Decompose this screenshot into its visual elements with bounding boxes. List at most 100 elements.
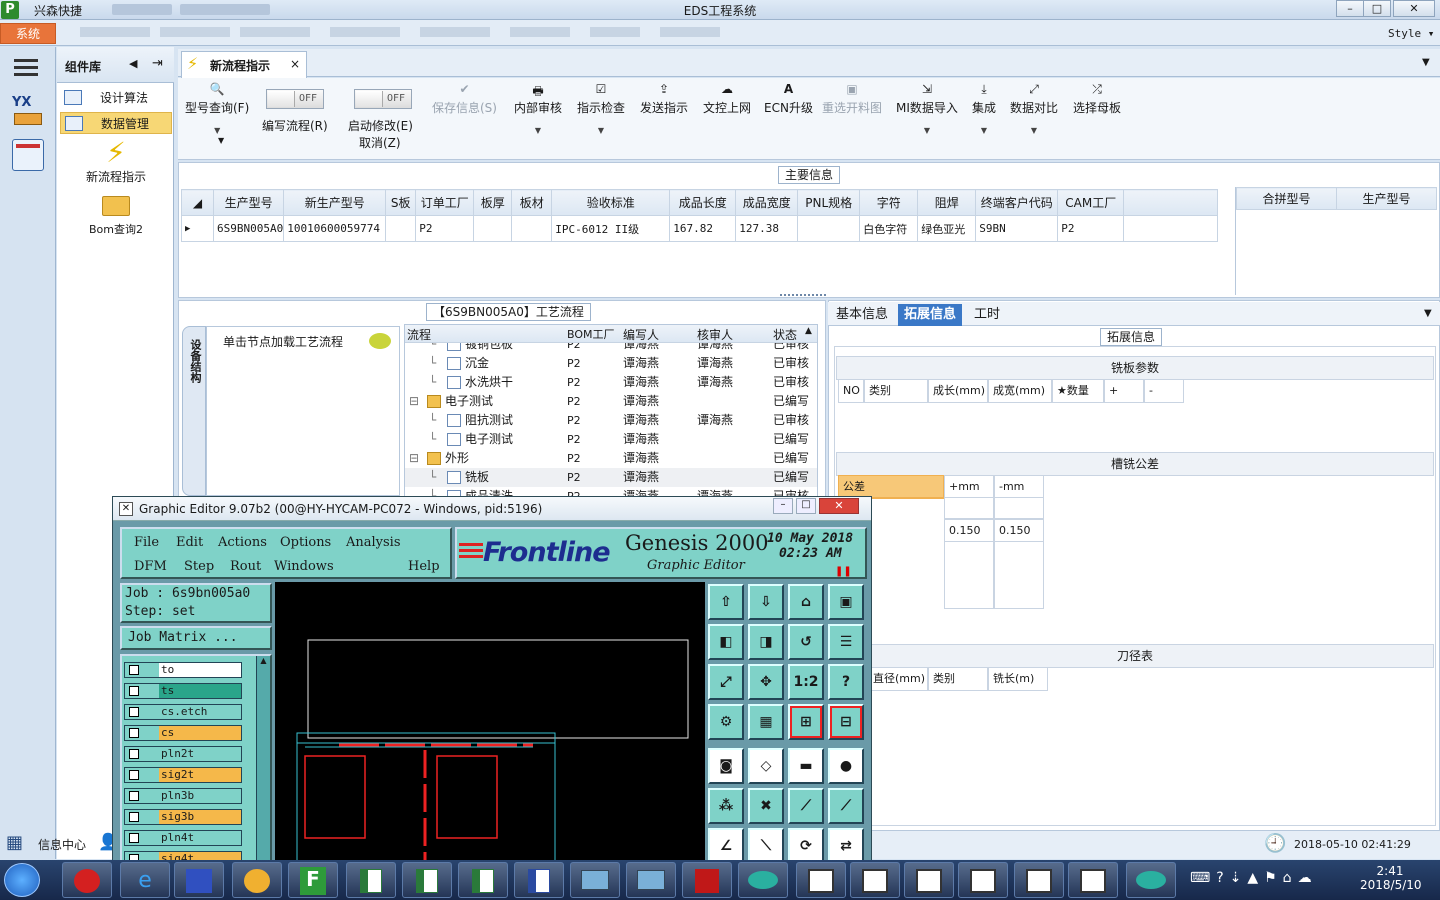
table-cell[interactable]: 白色字符 xyxy=(859,215,919,242)
tolerance-cell[interactable] xyxy=(944,497,994,519)
layer-checkbox[interactable] xyxy=(129,728,139,738)
taskbar-app-word[interactable] xyxy=(514,862,564,898)
taskbar-app-image[interactable] xyxy=(626,862,676,898)
table-cell[interactable] xyxy=(511,215,553,242)
cross-icon[interactable]: ✖ xyxy=(748,788,784,824)
layer-item[interactable]: ts xyxy=(124,683,242,699)
taskbar-app-eds[interactable]: F xyxy=(288,862,338,898)
pin-icon[interactable]: ⇥ xyxy=(152,56,163,71)
nav-item-design-algorithm[interactable]: 设计算法 xyxy=(60,87,172,109)
model-query-button[interactable]: 🔍 型号查询(F) ▼ xyxy=(185,82,249,135)
layer-checkbox[interactable] xyxy=(129,812,139,822)
column-header[interactable]: 类别 xyxy=(864,379,928,403)
connect-icon[interactable]: ⁂ xyxy=(708,788,744,824)
layer-item[interactable]: to xyxy=(124,662,242,678)
info-center-button[interactable]: ▦ 信息中心 👤 xyxy=(6,832,118,854)
column-header[interactable]: NO xyxy=(838,379,864,403)
column-header[interactable]: 生产型号 xyxy=(1336,187,1437,210)
zoom-fit-icon[interactable]: ⤢ xyxy=(708,664,744,700)
maximize-button[interactable]: □ xyxy=(1363,0,1391,17)
tab-new-process[interactable]: ⚡ 新流程指示 × xyxy=(181,51,307,78)
taskbar-app-ie[interactable]: e xyxy=(120,862,170,898)
column-header[interactable]: S板 xyxy=(385,189,417,216)
table-row[interactable]: ▶ 6S9BN005A0 10010600059774 P2 IPC-6012 II级… xyxy=(181,215,1219,242)
column-header[interactable]: 生产型号 xyxy=(212,189,285,216)
menu-options[interactable]: Options xyxy=(280,535,331,550)
scroll-up-icon[interactable]: ▲ xyxy=(257,656,270,665)
table-cell[interactable]: 绿色亚光 xyxy=(917,215,977,242)
tab-work-hours[interactable]: 工时 xyxy=(968,304,1006,326)
select-master-button[interactable]: ⤮ 选择母板 xyxy=(1073,82,1121,116)
menu-step[interactable]: Step xyxy=(184,559,214,574)
genesis-minimize-button[interactable]: – xyxy=(773,498,793,514)
arc-icon[interactable]: ⟳ xyxy=(788,828,824,864)
tree-row[interactable]: └ 电子测试 P2 谭海燕 已编写 xyxy=(405,430,817,449)
save-icon[interactable]: ⇩ xyxy=(748,584,784,620)
layer-item[interactable]: cs.etch xyxy=(124,704,242,720)
graphic-canvas[interactable] xyxy=(275,582,705,864)
layer-item[interactable]: cs xyxy=(124,725,242,741)
taskbar-app-eye[interactable] xyxy=(1126,862,1176,898)
taskbar-app-excel[interactable] xyxy=(346,862,396,898)
nav-item-bom-query[interactable]: Bom查询2 xyxy=(60,196,172,242)
start-modify-toggle[interactable]: OFF xyxy=(354,89,412,109)
taskbar-clock[interactable]: 2:41 2018/5/10 xyxy=(1360,864,1422,892)
chevron-down-icon[interactable]: ▼ xyxy=(218,136,224,145)
layer-checkbox[interactable] xyxy=(129,791,139,801)
hamburger-menu-icon[interactable] xyxy=(14,57,40,77)
layer-checkbox[interactable] xyxy=(129,833,139,843)
layer-item[interactable]: sig2t xyxy=(124,767,242,783)
column-header[interactable]: CAM工厂 xyxy=(1057,189,1125,216)
column-header[interactable]: 成宽(mm) xyxy=(988,379,1052,403)
window-icon[interactable]: ▣ xyxy=(828,584,864,620)
tree-row[interactable]: └ 沉金 P2 谭海燕 谭海燕 已审核 xyxy=(405,354,817,373)
save-info-button[interactable]: ✔ 保存信息(S) xyxy=(432,82,497,116)
calendar-icon[interactable] xyxy=(12,139,44,171)
layer-item[interactable]: pln4t xyxy=(124,830,242,846)
column-header[interactable]: 直径(mm) xyxy=(868,667,928,691)
table-cell[interactable]: 10010600059774 xyxy=(283,215,387,242)
chevron-down-icon[interactable]: ▼ xyxy=(896,126,958,135)
column-header[interactable]: 流程 xyxy=(407,326,431,343)
measure-icon[interactable]: ⚙ xyxy=(708,704,744,740)
table-cell[interactable] xyxy=(385,215,417,242)
tolerance-cell[interactable] xyxy=(944,541,994,609)
angle-icon[interactable]: ∠ xyxy=(708,828,744,864)
reselect-map-button[interactable]: ▣ 重选开料图 xyxy=(822,82,882,116)
tab-close-icon[interactable]: × xyxy=(290,57,300,71)
column-header[interactable]: 终端客户代码 xyxy=(975,189,1059,216)
taskbar-app-genesis[interactable] xyxy=(796,862,846,898)
nav-item-new-process[interactable]: ⚡ 新流程指示 xyxy=(60,138,172,188)
table-cell[interactable]: S9BN xyxy=(975,215,1059,242)
taskbar-app-eye[interactable] xyxy=(738,862,788,898)
chevron-down-icon[interactable]: ▼ xyxy=(1424,308,1432,319)
taskbar-app-genesis[interactable] xyxy=(958,862,1008,898)
menu-rout[interactable]: Rout xyxy=(230,559,261,574)
internal-review-button[interactable]: 🖶 内部审核 ▼ xyxy=(514,82,562,135)
grid-icon[interactable]: ▦ xyxy=(748,704,784,740)
line-node-icon[interactable]: ⟋ xyxy=(828,788,864,824)
column-header[interactable]: 成品长度 xyxy=(669,189,737,216)
help-icon[interactable]: ? xyxy=(828,664,864,700)
taskbar-app-acrobat[interactable] xyxy=(682,862,732,898)
column-header[interactable]: 合拼型号 xyxy=(1236,187,1337,210)
arrow-left-icon[interactable]: ◧ xyxy=(708,624,744,660)
pad-icon[interactable]: ● xyxy=(828,748,864,784)
job-matrix-button[interactable]: Job Matrix ... xyxy=(120,626,272,650)
system-tray-icons[interactable]: ⌨?⇣▲⚑⌂☁ xyxy=(1190,870,1318,886)
start-button[interactable] xyxy=(4,863,40,897)
chevron-down-icon[interactable]: ▼ xyxy=(185,126,249,135)
column-header[interactable]: 字符 xyxy=(859,189,919,216)
tolerance-plus-value[interactable]: 0.150 xyxy=(944,519,994,543)
tree-row[interactable]: └ 水洗烘干 P2 谭海燕 谭海燕 已审核 xyxy=(405,373,817,392)
tab-extended-info[interactable]: 拓展信息 xyxy=(898,304,963,326)
table-cell[interactable]: IPC-6012 II级 xyxy=(551,215,671,242)
arrow-right-icon[interactable]: ◨ xyxy=(748,624,784,660)
layer-checkbox[interactable] xyxy=(129,686,139,696)
column-header[interactable]: ★数量 xyxy=(1052,379,1104,403)
data-compare-button[interactable]: ⤢ 数据对比 ▼ xyxy=(1010,82,1058,135)
column-header[interactable]: 新生产型号 xyxy=(283,189,387,216)
tree-row[interactable]: ⊟ 外形 P2 谭海燕 已编写 xyxy=(405,449,817,468)
close-button[interactable]: ✕ xyxy=(1393,0,1435,17)
genesis-close-button[interactable]: ✕ xyxy=(819,498,859,514)
